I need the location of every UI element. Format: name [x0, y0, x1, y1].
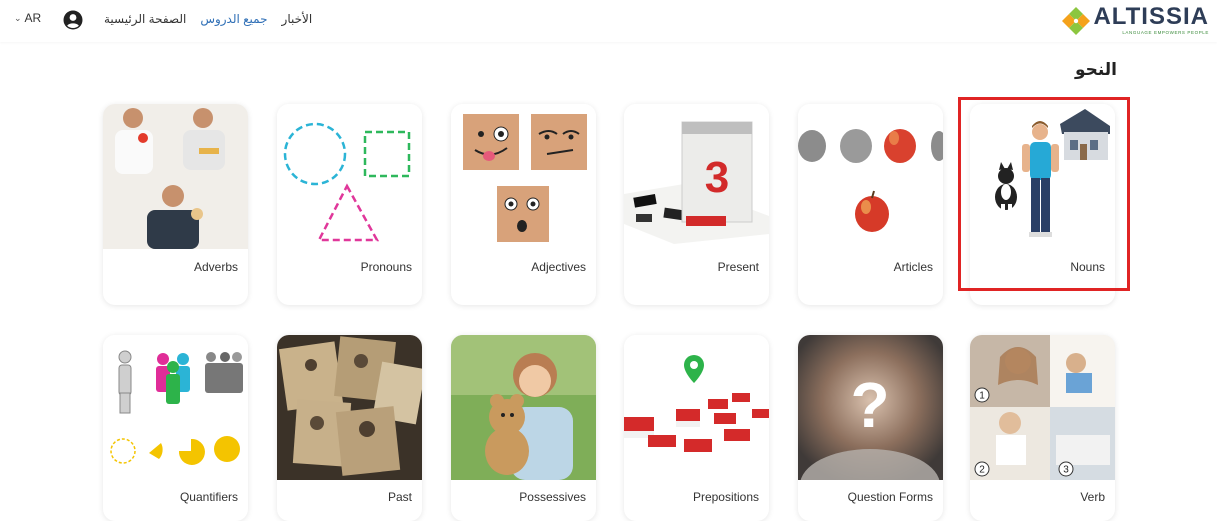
- logo-tagline: LANGUAGE EMPOWERS PEOPLE: [1122, 29, 1209, 35]
- lesson-card-pronouns[interactable]: Pronouns: [277, 104, 422, 305]
- verb-badge-3: 3: [1063, 465, 1069, 476]
- section-title: النحو: [1074, 60, 1117, 79]
- puzzle-logo-icon: [1062, 7, 1091, 35]
- lesson-card-quantifiers[interactable]: Quantifiers: [103, 335, 248, 521]
- nouns-image: [970, 104, 1115, 249]
- top-bar: ⌄ AR الصفحة الرئيسية جميع الدروس الأخبار…: [0, 0, 1217, 42]
- lesson-label: Articles: [893, 260, 933, 274]
- lesson-label: Verb: [1080, 490, 1105, 504]
- pronouns-image: [277, 104, 422, 249]
- language-selector[interactable]: ⌄ AR: [14, 11, 41, 25]
- present-image: 3: [624, 104, 769, 249]
- lesson-card-past[interactable]: Past: [277, 335, 422, 521]
- lesson-card-question-forms[interactable]: ? Question Forms: [798, 335, 943, 521]
- quantifiers-image: [103, 335, 248, 480]
- lesson-label: Adjectives: [531, 260, 586, 274]
- adjectives-image: [451, 104, 596, 249]
- lesson-label: Quantifiers: [179, 490, 238, 504]
- nav-news[interactable]: الأخبار: [282, 12, 313, 26]
- prepositions-image: [624, 335, 769, 480]
- lesson-card-prepositions[interactable]: Prepositions: [624, 335, 769, 521]
- verb-badge-2: 2: [979, 465, 985, 476]
- lesson-card-present[interactable]: 3 Present: [624, 104, 769, 305]
- lesson-card-articles[interactable]: Articles: [798, 104, 943, 305]
- lesson-label: Possessives: [519, 490, 586, 504]
- lesson-label: Pronouns: [360, 260, 412, 274]
- lesson-label: Present: [717, 260, 759, 274]
- lesson-label: Adverbs: [193, 260, 238, 274]
- lesson-label: Past: [387, 490, 412, 504]
- verb-image: 1 2 3: [970, 335, 1115, 480]
- adverbs-image: [103, 104, 248, 249]
- possessives-image: [451, 335, 596, 480]
- logo-wordmark: ALTISSIA: [1093, 2, 1209, 30]
- past-image: [277, 335, 422, 480]
- lesson-card-nouns[interactable]: Nouns: [970, 104, 1115, 305]
- lesson-card-possessives[interactable]: Possessives: [451, 335, 596, 521]
- articles-image: [798, 104, 943, 249]
- nav-home[interactable]: الصفحة الرئيسية: [104, 12, 186, 26]
- language-label: AR: [24, 11, 42, 25]
- lesson-label: Nouns: [1070, 260, 1105, 274]
- svg-text:3: 3: [705, 153, 729, 202]
- svg-text:?: ?: [850, 369, 889, 441]
- chevron-down-icon: ⌄: [14, 12, 22, 23]
- lesson-card-adjectives[interactable]: Adjectives: [451, 104, 596, 305]
- question-forms-image: ?: [798, 335, 943, 480]
- lesson-label: Question Forms: [847, 490, 933, 504]
- altissia-logo[interactable]: ALTISSIA LANGUAGE EMPOWERS PEOPLE: [1061, 3, 1209, 37]
- nav-all-lessons[interactable]: جميع الدروس: [200, 12, 267, 26]
- verb-badge-1: 1: [979, 391, 985, 402]
- main-nav: الصفحة الرئيسية جميع الدروس الأخبار: [104, 12, 312, 26]
- lesson-card-adverbs[interactable]: Adverbs: [103, 104, 248, 305]
- user-account-icon[interactable]: [63, 10, 83, 30]
- lesson-card-verb[interactable]: 1 2 3 Verb: [970, 335, 1115, 521]
- lesson-label: Prepositions: [692, 490, 759, 504]
